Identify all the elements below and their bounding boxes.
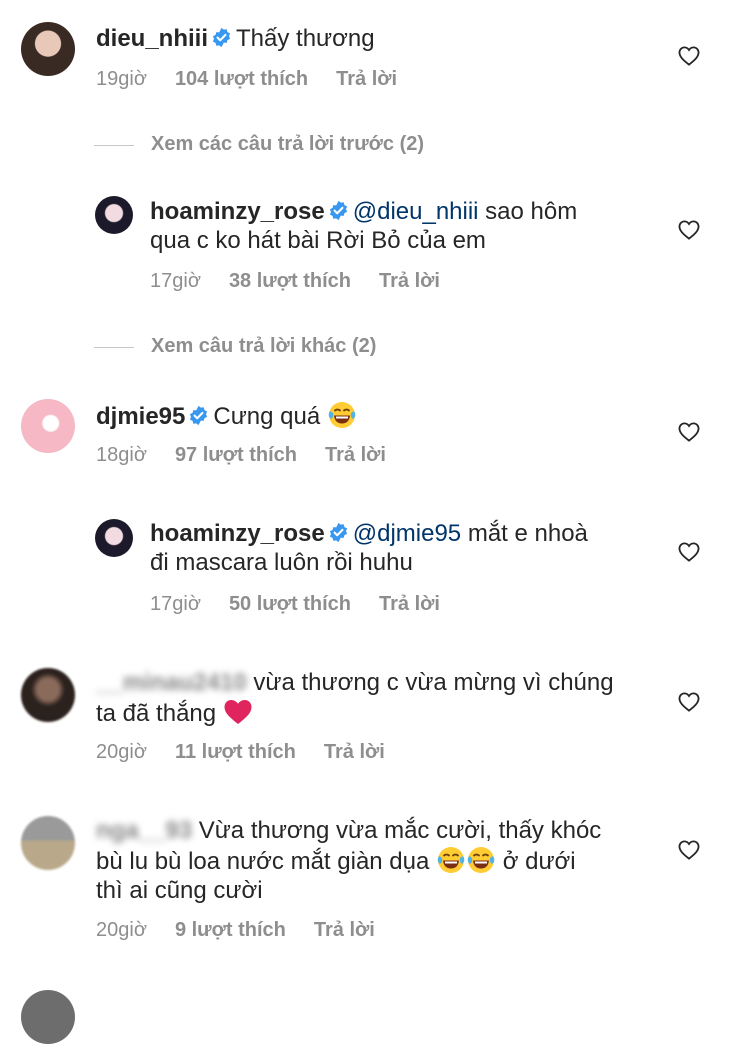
heart-outline-icon[interactable] — [678, 422, 700, 442]
comment-text: thì ai cũng cười — [96, 877, 263, 904]
view-previous-replies-button[interactable]: Xem các câu trả lời trước (2) — [151, 133, 424, 156]
verified-badge-icon — [328, 522, 349, 543]
avatar[interactable] — [95, 196, 133, 234]
avatar[interactable] — [95, 519, 133, 557]
like-count[interactable]: 38 lượt thích — [229, 270, 351, 292]
view-more-replies-button[interactable]: Xem câu trả lời khác (2) — [151, 335, 376, 358]
verified-badge-icon — [211, 27, 232, 48]
comment-username[interactable]: nga__93 — [96, 817, 192, 844]
tears-of-joy-emoji — [466, 845, 496, 875]
reply-button[interactable]: Trả lời — [324, 741, 385, 763]
comment-time: 20giờ — [96, 919, 147, 941]
comment-text: Thấy thương — [236, 25, 375, 52]
comment-text: sao hôm — [478, 198, 578, 225]
like-count[interactable]: 50 lượt thích — [229, 593, 351, 615]
comment-text: qua c ko hát bài Rời Bỏ của em — [150, 227, 486, 254]
comment-text: vừa thương c vừa mừng vì chúng — [246, 669, 614, 696]
avatar[interactable] — [21, 399, 75, 453]
comment-time: 20giờ — [96, 741, 147, 763]
comment-time: 19giờ — [96, 68, 147, 90]
red-heart-emoji — [223, 697, 253, 727]
avatar[interactable] — [21, 990, 75, 1044]
verified-badge-icon — [188, 405, 209, 426]
comment-time: 17giờ — [150, 270, 201, 292]
like-count[interactable]: 9 lượt thích — [175, 919, 286, 941]
mention-link[interactable]: @dieu_nhiii — [353, 198, 479, 225]
reply-button[interactable]: Trả lời — [379, 270, 440, 292]
comment-text: mắt e nhoà — [461, 520, 588, 547]
comment-username[interactable]: hoaminzy_rose — [150, 520, 325, 547]
heart-outline-icon[interactable] — [678, 542, 700, 562]
avatar[interactable] — [21, 668, 75, 722]
comment-time: 18giờ — [96, 444, 147, 466]
comment-username[interactable]: djmie95 — [96, 403, 185, 430]
like-count[interactable]: 11 lượt thích — [175, 741, 296, 763]
verified-badge-icon — [328, 200, 349, 221]
comment-username[interactable]: dieu_nhiii — [96, 25, 208, 52]
like-count[interactable]: 104 lượt thích — [175, 68, 308, 90]
heart-outline-icon[interactable] — [678, 840, 700, 860]
heart-outline-icon[interactable] — [678, 692, 700, 712]
avatar[interactable] — [21, 816, 75, 870]
comment-text: đi mascara luôn rồi huhu — [150, 549, 413, 576]
comment-text: Cưng quá — [213, 403, 321, 430]
divider — [94, 145, 134, 146]
reply-button[interactable]: Trả lời — [379, 593, 440, 615]
tears-of-joy-emoji — [327, 400, 357, 430]
comment-text: ta đã thắng — [96, 700, 217, 727]
mention-link[interactable]: @djmie95 — [353, 520, 461, 547]
like-count[interactable]: 97 lượt thích — [175, 444, 297, 466]
comment-username[interactable]: hoaminzy_rose — [150, 198, 325, 225]
reply-button[interactable]: Trả lời — [314, 919, 375, 941]
comment-time: 17giờ — [150, 593, 201, 615]
tears-of-joy-emoji — [436, 845, 466, 875]
comment-text: ở dưới — [496, 848, 576, 875]
heart-outline-icon[interactable] — [678, 220, 700, 240]
reply-button[interactable]: Trả lời — [336, 68, 397, 90]
divider — [94, 347, 134, 348]
comment-text: bù lu bù loa nước mắt giàn dụa — [96, 848, 430, 875]
avatar[interactable] — [21, 22, 75, 76]
reply-button[interactable]: Trả lời — [325, 444, 386, 466]
heart-outline-icon[interactable] — [678, 46, 700, 66]
comment-username[interactable]: __minau2410 — [96, 669, 247, 696]
comment-text: Vừa thương vừa mắc cười, thấy khóc — [192, 817, 602, 844]
